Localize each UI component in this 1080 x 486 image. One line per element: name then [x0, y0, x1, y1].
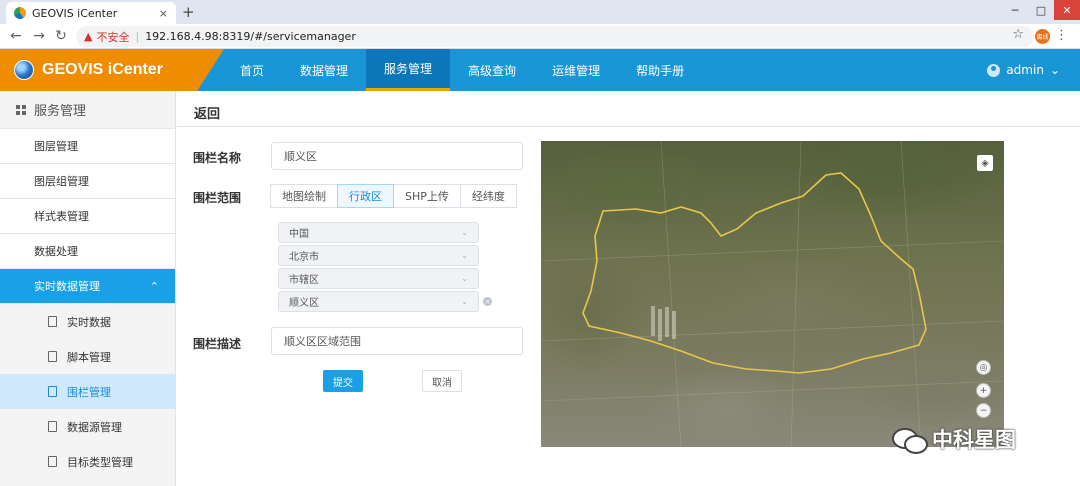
map-overlay [541, 141, 1004, 447]
province-select[interactable]: 北京市 ⌄ [278, 245, 479, 266]
sidebar-title-label: 服务管理 [34, 104, 87, 119]
select-value: 顺义区 [289, 298, 319, 309]
tab-title: GEOVIS iCenter [32, 6, 118, 20]
sidebar-subitem-fences[interactable]: 围栏管理 [0, 374, 175, 409]
bookmark-star-icon[interactable]: ☆ [1012, 27, 1024, 42]
fence-desc-input[interactable] [271, 327, 523, 355]
zoom-out-button[interactable]: − [976, 403, 991, 418]
document-icon [48, 456, 57, 467]
nav-help[interactable]: 帮助手册 [618, 49, 702, 91]
sidebar-title: 服务管理 [0, 91, 175, 129]
url-text: 192.168.4.98:8319/#/servicemanager [145, 30, 356, 43]
fence-desc-label: 围栏描述 [193, 337, 242, 351]
brand-title: GEOVIS iCenter [42, 61, 163, 78]
maximize-icon[interactable]: □ [1028, 0, 1054, 20]
fence-name-input[interactable] [271, 142, 523, 170]
satellite-map[interactable] [541, 141, 1004, 447]
fence-range-label: 围栏范围 [193, 191, 242, 205]
chevron-down-icon: ⌄ [461, 297, 468, 306]
grid-icon [16, 104, 26, 115]
browser-tab[interactable]: GEOVIS iCenter × [6, 2, 176, 24]
sidebar-subitem-label: 脚本管理 [67, 350, 111, 364]
cancel-button[interactable]: 取消 [422, 370, 462, 392]
sidebar-group-realtime-data[interactable]: 实时数据管理 ⌃ [0, 269, 175, 304]
chevron-up-icon: ⌃ [149, 279, 159, 293]
sidebar-item-layer-groups[interactable]: 图层组管理 [0, 164, 175, 199]
sidebar-item-styles[interactable]: 样式表管理 [0, 199, 175, 234]
sidebar-subitem-label: 围栏管理 [67, 385, 111, 399]
select-value: 北京市 [289, 252, 319, 263]
nav-service-management[interactable]: 服务管理 [366, 49, 451, 91]
divider [177, 126, 1080, 127]
tab-admin-region[interactable]: 行政区 [337, 184, 394, 208]
username: admin [1006, 63, 1044, 77]
sidebar-subitem-label: 实时数据 [67, 315, 111, 329]
close-tab-icon[interactable]: × [159, 7, 168, 20]
sidebar-subitem-realtime[interactable]: 实时数据 [0, 304, 175, 339]
chevron-down-icon: ⌄ [461, 274, 468, 283]
district-boundary [582, 172, 927, 374]
reload-icon[interactable]: ↻ [53, 28, 69, 44]
nav-advanced-query[interactable]: 高级查询 [450, 49, 534, 91]
address-bar: ← → ↻ ▲ 不安全 | 192.168.4.98:8319/#/servic… [0, 24, 1080, 49]
nav-operations[interactable]: 运维管理 [534, 49, 618, 91]
document-icon [48, 351, 57, 362]
new-tab-icon[interactable]: + [182, 3, 195, 21]
url-field[interactable]: ▲ 不安全 | 192.168.4.98:8319/#/servicemanag… [76, 26, 1034, 47]
sidebar-group-label: 实时数据管理 [34, 280, 100, 293]
warning-icon: ▲ [84, 30, 93, 43]
document-icon [48, 316, 57, 327]
forward-icon[interactable]: → [31, 28, 47, 44]
chevron-down-icon: ⌄ [461, 251, 468, 260]
watermark-text: 中科星图 [932, 428, 1016, 452]
user-menu[interactable]: admin ⌄ [987, 49, 1060, 91]
insecure-label: 不安全 [96, 30, 130, 44]
select-value: 中国 [289, 229, 309, 240]
user-icon [987, 63, 1001, 77]
locate-icon[interactable]: ◎ [976, 360, 991, 375]
top-nav: 首页 数据管理 服务管理 高级查询 运维管理 帮助手册 [222, 49, 702, 91]
wechat-icon [892, 426, 928, 454]
document-icon [48, 421, 57, 432]
chevron-down-icon: ⌄ [461, 228, 468, 237]
back-link[interactable]: 返回 [194, 103, 220, 122]
sidebar-subitem-datasources[interactable]: 数据源管理 [0, 409, 175, 444]
favicon-icon [14, 7, 26, 19]
tab-map-draw[interactable]: 地图绘制 [270, 184, 338, 208]
sidebar-subitem-target-types[interactable]: 目标类型管理 [0, 444, 175, 479]
back-icon[interactable]: ← [8, 28, 24, 44]
brand-logo[interactable]: GEOVIS iCenter [0, 49, 224, 91]
city-select[interactable]: 市辖区 ⌄ [278, 268, 479, 289]
tab-lat-lon[interactable]: 经纬度 [459, 184, 517, 208]
minimize-icon[interactable]: ─ [1002, 0, 1028, 20]
window-close-icon[interactable]: ✕ [1054, 0, 1080, 20]
extension-icon[interactable]: 离线 [1035, 29, 1050, 44]
globe-icon [14, 60, 34, 80]
document-icon [48, 386, 57, 397]
fence-name-label: 围栏名称 [193, 151, 242, 165]
country-select[interactable]: 中国 ⌄ [278, 222, 479, 243]
nav-home[interactable]: 首页 [222, 49, 282, 91]
sidebar-item-layers[interactable]: 图层管理 [0, 129, 175, 164]
nav-data-management[interactable]: 数据管理 [282, 49, 366, 91]
layers-icon[interactable]: ◈ [977, 155, 993, 171]
sidebar-subitem-label: 目标类型管理 [67, 455, 133, 469]
sidebar-subitem-label: 数据源管理 [67, 420, 122, 434]
clear-icon[interactable]: × [483, 297, 492, 306]
browser-menu-icon[interactable]: ⋮ [1055, 28, 1068, 43]
district-select[interactable]: 顺义区 ⌄ [278, 291, 479, 312]
submit-button[interactable]: 提交 [323, 370, 363, 392]
url-separator: | [135, 30, 140, 43]
zoom-in-button[interactable]: + [976, 383, 991, 398]
chevron-down-icon: ⌄ [1049, 63, 1060, 77]
select-value: 市辖区 [289, 275, 319, 286]
app-header: GEOVIS iCenter 首页 数据管理 服务管理 高级查询 运维管理 帮助… [0, 49, 1080, 91]
sidebar-subitem-scripts[interactable]: 脚本管理 [0, 339, 175, 374]
watermark: 中科星图 [892, 424, 1016, 454]
range-tabs: 地图绘制 行政区 SHP上传 经纬度 [270, 184, 517, 208]
tab-shp-upload[interactable]: SHP上传 [393, 184, 461, 208]
browser-tab-bar: GEOVIS iCenter × + ─ □ ✕ [0, 0, 1080, 24]
sidebar: 服务管理 图层管理 图层组管理 样式表管理 数据处理 实时数据管理 ⌃ 实时数据… [0, 91, 176, 486]
sidebar-item-data-processing[interactable]: 数据处理 [0, 234, 175, 269]
